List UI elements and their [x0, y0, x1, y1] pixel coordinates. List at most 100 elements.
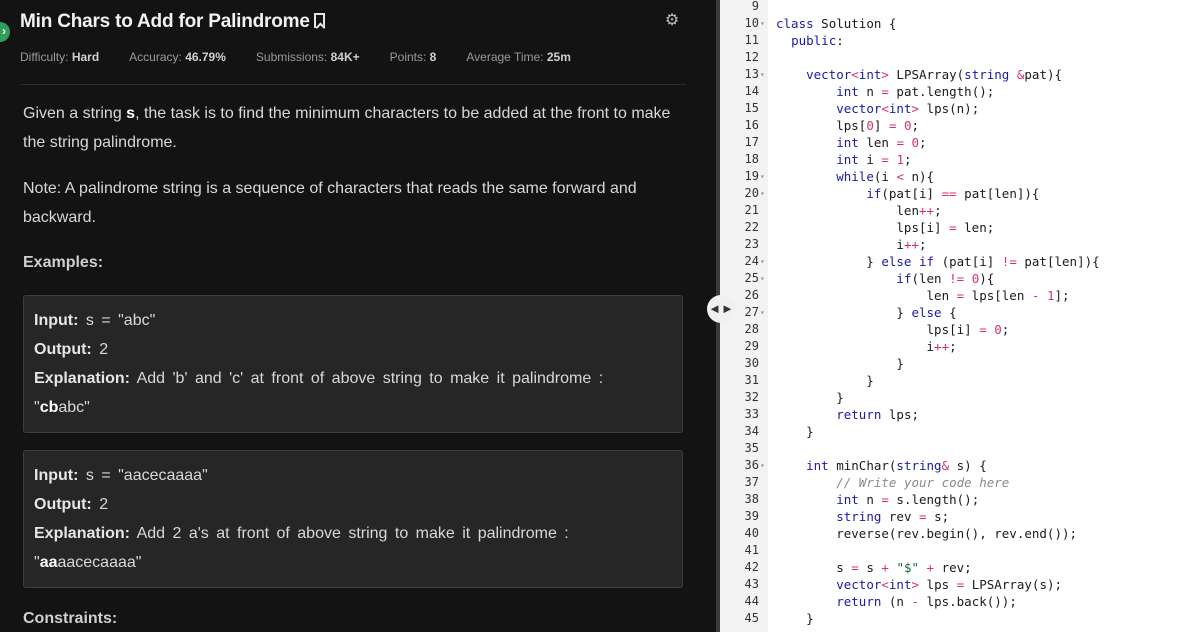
- line-number: 31: [744, 373, 759, 387]
- code-line[interactable]: 9: [720, 0, 1179, 15]
- line-number: 15: [744, 101, 759, 115]
- code-text: while(i < n){: [836, 169, 935, 184]
- code-line[interactable]: 36 ▾ int minChar(string& s) {: [720, 457, 1179, 474]
- meta-submissions: Submissions: 84K+: [255, 50, 360, 64]
- line-number: 10: [744, 16, 759, 30]
- code-line[interactable]: 25 ▾ if(len != 0){: [720, 270, 1179, 287]
- code-text: }: [776, 424, 814, 439]
- line-number: 33: [744, 407, 759, 421]
- fold-arrow-icon[interactable]: ▾: [760, 185, 765, 202]
- code-line[interactable]: 23 i++;: [720, 236, 1179, 253]
- code-line[interactable]: 29 i++;: [720, 338, 1179, 355]
- example-box: Input: s = "abc" Output: 2 Explanation: …: [23, 295, 683, 433]
- constraints-heading: Constraints:: [23, 610, 118, 627]
- code-text: // Write your code here: [836, 475, 1010, 490]
- fold-arrow-icon[interactable]: ▾: [760, 253, 765, 270]
- bug-report-icon[interactable]: ⚙: [663, 12, 681, 30]
- code-line[interactable]: 35: [720, 440, 1179, 457]
- code-line[interactable]: 33 return lps;: [720, 406, 1179, 423]
- code-text: } else if (pat[i] != pat[len]){: [776, 254, 1100, 269]
- meta-accuracy: Accuracy: 46.79%: [129, 50, 226, 64]
- code-text: int i = 1;: [836, 152, 912, 167]
- code-line[interactable]: 39 string rev = s;: [720, 508, 1179, 525]
- code-line[interactable]: 28 lps[i] = 0;: [720, 321, 1179, 338]
- fold-arrow-icon[interactable]: ▾: [760, 168, 765, 185]
- code-line[interactable]: 15 vector<int> lps(n);: [720, 100, 1179, 117]
- code-text: } else {: [776, 305, 957, 320]
- code-line[interactable]: 42 s = s + "$" + rev;: [720, 559, 1179, 576]
- code-line[interactable]: 11 public:: [720, 32, 1179, 49]
- code-line[interactable]: 27 ▾ } else {: [720, 304, 1179, 321]
- meta-difficulty: Difficulty: Hard: [20, 50, 100, 64]
- code-line[interactable]: 30 }: [720, 355, 1179, 372]
- line-number: 38: [744, 492, 759, 506]
- code-text: string rev = s;: [836, 509, 950, 524]
- bookmark-icon[interactable]: [313, 13, 325, 28]
- code-line[interactable]: 17 int len = 0;: [720, 134, 1179, 151]
- code-text: int minChar(string& s) {: [806, 458, 987, 473]
- line-number: 11: [744, 33, 759, 47]
- code-line[interactable]: 14 int n = pat.length();: [720, 83, 1179, 100]
- line-number: 24: [744, 254, 759, 268]
- code-text: lps[0] = 0;: [776, 118, 920, 133]
- panel-toggle-button[interactable]: ›: [0, 22, 10, 42]
- code-text: vector<int> lps = LPSArray(s);: [836, 577, 1063, 592]
- code-text: }: [776, 390, 844, 405]
- code-text: vector<int> LPSArray(string &pat){: [806, 67, 1063, 82]
- line-number: 34: [744, 424, 759, 438]
- line-number: 32: [744, 390, 759, 404]
- meta-average-time: Average Time: 25m: [466, 50, 571, 64]
- line-number: 36: [744, 458, 759, 472]
- code-line[interactable]: 34 }: [720, 423, 1179, 440]
- code-line[interactable]: 18 int i = 1;: [720, 151, 1179, 168]
- code-line[interactable]: 41: [720, 542, 1179, 559]
- fold-arrow-icon[interactable]: ▾: [760, 270, 765, 287]
- fold-arrow-icon[interactable]: ▾: [760, 66, 765, 83]
- code-line[interactable]: 13 ▾ vector<int> LPSArray(string &pat){: [720, 66, 1179, 83]
- code-editor[interactable]: 9 10 ▾ class Solution {11 public: 12 13 ▾ vect…: [720, 0, 1179, 632]
- code-text: int len = 0;: [836, 135, 927, 150]
- line-number: 19: [744, 169, 759, 183]
- code-text: return lps;: [836, 407, 920, 422]
- code-line[interactable]: 22 lps[i] = len;: [720, 219, 1179, 236]
- line-number: 13: [744, 67, 759, 81]
- line-number: 41: [744, 543, 759, 557]
- code-text: len = lps[len - 1];: [776, 288, 1070, 303]
- code-line[interactable]: 10 ▾ class Solution {: [720, 15, 1179, 32]
- line-number: 30: [744, 356, 759, 370]
- code-line[interactable]: 21 len++;: [720, 202, 1179, 219]
- code-text: }: [776, 356, 904, 371]
- example-box: Input: s = "aacecaaaa" Output: 2 Explana…: [23, 450, 683, 588]
- code-text: vector<int> lps(n);: [836, 101, 980, 116]
- fold-arrow-icon[interactable]: ▾: [760, 457, 765, 474]
- line-number: 18: [744, 152, 759, 166]
- code-line[interactable]: 19 ▾ while(i < n){: [720, 168, 1179, 185]
- code-line[interactable]: 32 }: [720, 389, 1179, 406]
- fold-arrow-icon[interactable]: ▾: [760, 15, 765, 32]
- code-line[interactable]: 24 ▾ } else if (pat[i] != pat[len]){: [720, 253, 1179, 270]
- code-line[interactable]: 43 vector<int> lps = LPSArray(s);: [720, 576, 1179, 593]
- resize-handle-icon[interactable]: ◄►: [707, 295, 735, 323]
- code-text: if(len != 0){: [896, 271, 995, 286]
- code-text: public:: [791, 33, 844, 48]
- line-number: 40: [744, 526, 759, 540]
- fold-arrow-icon[interactable]: ▾: [760, 304, 765, 321]
- code-line[interactable]: 12: [720, 49, 1179, 66]
- code-line[interactable]: 45 }: [720, 610, 1179, 627]
- code-line[interactable]: 40 reverse(rev.begin(), rev.end());: [720, 525, 1179, 542]
- code-line[interactable]: 26 len = lps[len - 1];: [720, 287, 1179, 304]
- line-number: 20: [744, 186, 759, 200]
- code-text: s = s + "$" + rev;: [776, 560, 972, 575]
- code-line[interactable]: 37 // Write your code here: [720, 474, 1179, 491]
- code-line[interactable]: 38 int n = s.length();: [720, 491, 1179, 508]
- code-text: int n = s.length();: [836, 492, 980, 507]
- problem-panel: › Min Chars to Add for Palindrome ⚙ Diff…: [0, 0, 716, 632]
- line-number: 35: [744, 441, 759, 455]
- code-text: len++;: [776, 203, 942, 218]
- code-line[interactable]: 44 return (n - lps.back());: [720, 593, 1179, 610]
- code-line[interactable]: 16 lps[0] = 0;: [720, 117, 1179, 134]
- code-text: if(pat[i] == pat[len]){: [866, 186, 1040, 201]
- code-line[interactable]: 31 }: [720, 372, 1179, 389]
- problem-note: Note: A palindrome string is a sequence …: [23, 180, 637, 226]
- code-line[interactable]: 20 ▾ if(pat[i] == pat[len]){: [720, 185, 1179, 202]
